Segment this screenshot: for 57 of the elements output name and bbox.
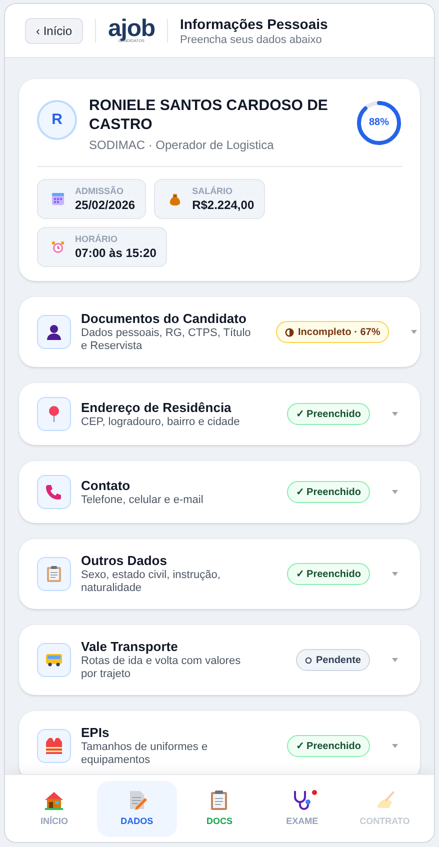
section-title: Endereço de Residência	[81, 400, 232, 416]
status-badge: ✓ Preenchido	[286, 735, 370, 757]
info-label: SALÁRIO	[192, 187, 234, 196]
caret-icon	[392, 490, 398, 494]
alarm-clock-icon	[51, 240, 65, 254]
circle-icon	[304, 656, 312, 664]
page-title: Informações Pessoais	[180, 14, 328, 32]
caret-icon	[392, 744, 398, 748]
section-title: Outros Dados	[81, 553, 168, 569]
info-value: 25/02/2026	[75, 199, 136, 211]
company-role: SODIMAC · Operador de Logistica	[89, 137, 275, 154]
status-badge: Incompleto · 67%	[276, 321, 390, 343]
half-circle-icon	[285, 328, 294, 336]
bus-icon	[45, 653, 63, 667]
section-description: Sexo, estado civil, instrução, naturalidade	[81, 569, 222, 595]
phone-icon	[45, 483, 63, 501]
section-title: Documentos do Candidato	[81, 311, 248, 327]
calendar-icon	[51, 192, 65, 206]
info-label: HORÁRIO	[75, 235, 118, 244]
avatar: R	[37, 100, 77, 140]
vest-icon	[45, 737, 63, 755]
caret-icon	[411, 330, 418, 334]
section-description: CEP, logradouro, bairro e cidade	[81, 416, 241, 428]
section-title: Contato	[81, 478, 132, 494]
section-title: Vale Transporte	[81, 639, 179, 655]
nav-tab[interactable]: DADOS	[96, 780, 177, 836]
back-button[interactable]: ‹ Início	[25, 18, 84, 44]
section-card[interactable]: Contato Telefone, celular e e-mail ✓ Preenchido	[19, 461, 420, 523]
status-badge: ✓ Preenchido	[286, 403, 370, 425]
section-description: Tamanhos de uniformes e equipamentos	[81, 741, 209, 767]
section-card[interactable]: Documentos do Candidato Dados pessoais, RG, CTPS, Título e Reservista Incompleto · 67%	[19, 297, 420, 367]
caret-icon	[392, 572, 398, 576]
status-badge: Pendente	[296, 649, 370, 671]
section-card[interactable]: Outros Dados Sexo, estado civil, instrução, naturalidade ✓ Preenchido	[19, 539, 420, 609]
person-icon	[45, 323, 63, 341]
section-card[interactable]: Vale Transporte Rotas de ida e volta com valores por trajeto Pendente	[19, 625, 420, 695]
stethoscope-icon	[291, 788, 314, 811]
clipboard-icon	[46, 565, 62, 583]
section-description: Telefone, celular e e-mail	[81, 494, 204, 506]
progress-label: 88%	[369, 118, 389, 128]
caret-icon	[392, 412, 398, 416]
caret-icon	[392, 658, 398, 662]
info-label: ADMISSÃO	[75, 187, 125, 196]
progress-ring	[356, 100, 402, 146]
status-badge: ✓ Preenchido	[286, 563, 370, 585]
pin-icon	[47, 405, 61, 423]
section-card[interactable]: EPIs Tamanhos de uniformes e equipamentos ✓ Preenchido	[19, 711, 420, 774]
section-title: EPIs	[81, 725, 110, 741]
page-subtitle: Preencha seus dados abaixo	[180, 32, 323, 46]
money-bag-icon	[168, 192, 182, 206]
status-badge: ✓ Preenchido	[286, 481, 370, 503]
section-description: Rotas de ida e volta com valores por trajeto	[81, 655, 242, 681]
info-value: 07:00 às 15:20	[75, 247, 156, 259]
section-description: Dados pessoais, RG, CTPS, Título e Reservista	[81, 327, 252, 353]
section-card[interactable]: Endereço de Residência CEP, logradouro, bairro e cidade ✓ Preenchido	[19, 383, 420, 445]
candidate-name: RONIELE SANTOS CARDOSO DE CASTRO	[89, 96, 329, 134]
info-value: R$2.224,00	[192, 199, 254, 211]
